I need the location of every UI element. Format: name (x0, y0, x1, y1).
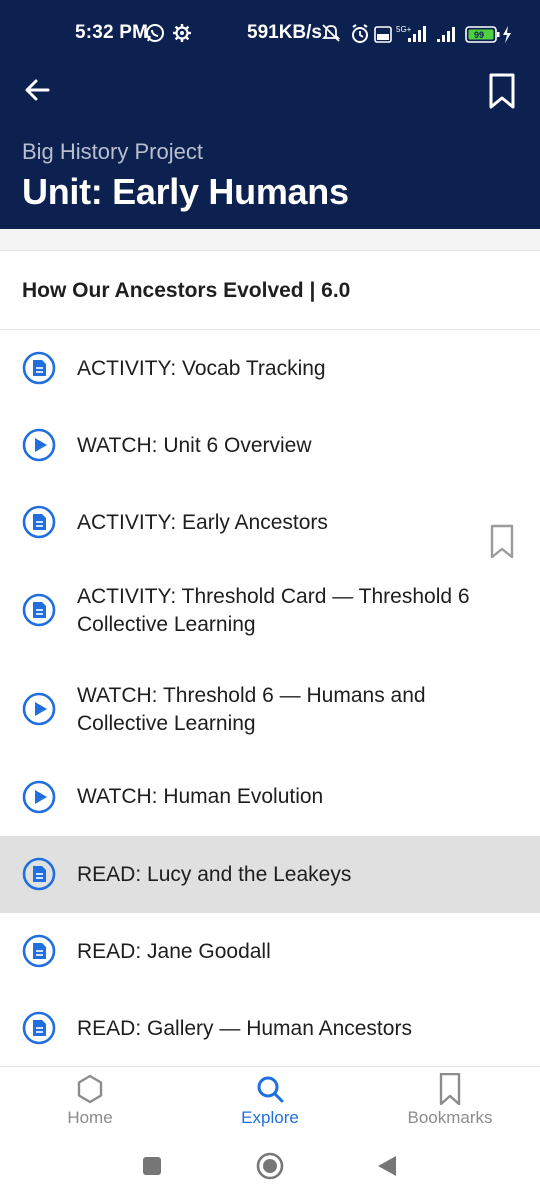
mute-icon (322, 24, 341, 42)
status-icons: 5G+ 99 (322, 24, 511, 43)
tab-home[interactable]: Home (0, 1067, 180, 1139)
list-item-label: READ: Gallery — Human Ancestors (77, 1017, 412, 1040)
volte-icon (374, 26, 392, 43)
document-icon (22, 934, 56, 968)
list-item-label: ACTIVITY: Threshold Card — Threshold 6 C… (77, 585, 470, 636)
list-item-label: WATCH: Threshold 6 — Humans and Collecti… (77, 684, 426, 735)
system-nav-bar (0, 1138, 540, 1200)
network-speed: 591KB/s (247, 22, 322, 43)
signal-icon-2 (437, 27, 455, 42)
play-icon (22, 780, 56, 814)
bookmark-icon (439, 1073, 461, 1105)
tab-bookmarks[interactable]: Bookmarks (360, 1067, 540, 1139)
tab-explore-label: Explore (241, 1108, 299, 1127)
section-header[interactable]: How Our Ancestors Evolved | 6.0 (0, 252, 540, 559)
home-button-icon[interactable] (256, 1152, 284, 1180)
play-icon (22, 428, 56, 462)
list-item[interactable]: WATCH: Threshold 6 — Humans and Collecti… (0, 660, 540, 759)
app-header: 5:32 PM 591KB/s 5G+ 99 Big History Proje… (0, 0, 540, 229)
tab-home-label: Home (67, 1108, 113, 1127)
hexagon-icon (77, 1074, 103, 1104)
svg-text:99: 99 (474, 30, 484, 40)
svg-text:5G+: 5G+ (396, 25, 412, 34)
bookmark-icon[interactable] (486, 72, 518, 110)
document-icon (22, 1011, 56, 1045)
document-icon (22, 505, 56, 539)
document-icon (22, 351, 56, 385)
list-item[interactable]: ACTIVITY: Threshold Card — Threshold 6 C… (0, 561, 540, 660)
bottom-nav: Home Explore Bookmarks (0, 1066, 540, 1138)
status-bar: 5:32 PM 591KB/s 5G+ 99 (0, 0, 540, 66)
back-button-icon[interactable] (376, 1154, 398, 1178)
document-icon (22, 593, 56, 627)
list-item[interactable]: WATCH: Unit 6 Overview (0, 407, 540, 484)
play-icon (22, 692, 56, 726)
alarm-icon (352, 24, 368, 43)
list-item-label: READ: Lucy and the Leakeys (77, 863, 352, 886)
list-item[interactable]: READ: Gallery — Human Ancestors (0, 990, 540, 1066)
divider-strip (0, 229, 540, 251)
list-item[interactable]: ACTIVITY: Vocab Tracking (0, 331, 540, 407)
list-item-label: WATCH: Human Evolution (77, 785, 324, 808)
list-item-label: READ: Jane Goodall (77, 940, 271, 963)
list-item-label: ACTIVITY: Early Ancestors (77, 511, 328, 534)
battery-icon: 99 (465, 26, 511, 43)
page-title: Unit: Early Humans (22, 171, 349, 212)
tab-bookmarks-label: Bookmarks (407, 1108, 493, 1127)
status-time: 5:32 PM (75, 22, 149, 43)
search-icon (257, 1076, 284, 1103)
list-item[interactable]: ACTIVITY: Early Ancestors (0, 484, 540, 561)
list-item-selected[interactable]: READ: Lucy and the Leakeys (0, 836, 540, 913)
list-item-label: WATCH: Unit 6 Overview (77, 434, 312, 457)
recents-icon[interactable] (142, 1156, 162, 1176)
whatsapp-icon (146, 24, 164, 42)
gear-icon (173, 24, 191, 42)
list-item[interactable]: WATCH: Human Evolution (0, 759, 540, 836)
back-arrow-icon[interactable] (22, 74, 54, 106)
section-title: How Our Ancestors Evolved | 6.0 (22, 279, 351, 302)
document-icon (22, 857, 56, 891)
header-subtitle: Big History Project (22, 139, 203, 164)
list-item-label: ACTIVITY: Vocab Tracking (77, 357, 326, 380)
tab-explore[interactable]: Explore (180, 1067, 360, 1139)
list-item[interactable]: READ: Jane Goodall (0, 913, 540, 990)
